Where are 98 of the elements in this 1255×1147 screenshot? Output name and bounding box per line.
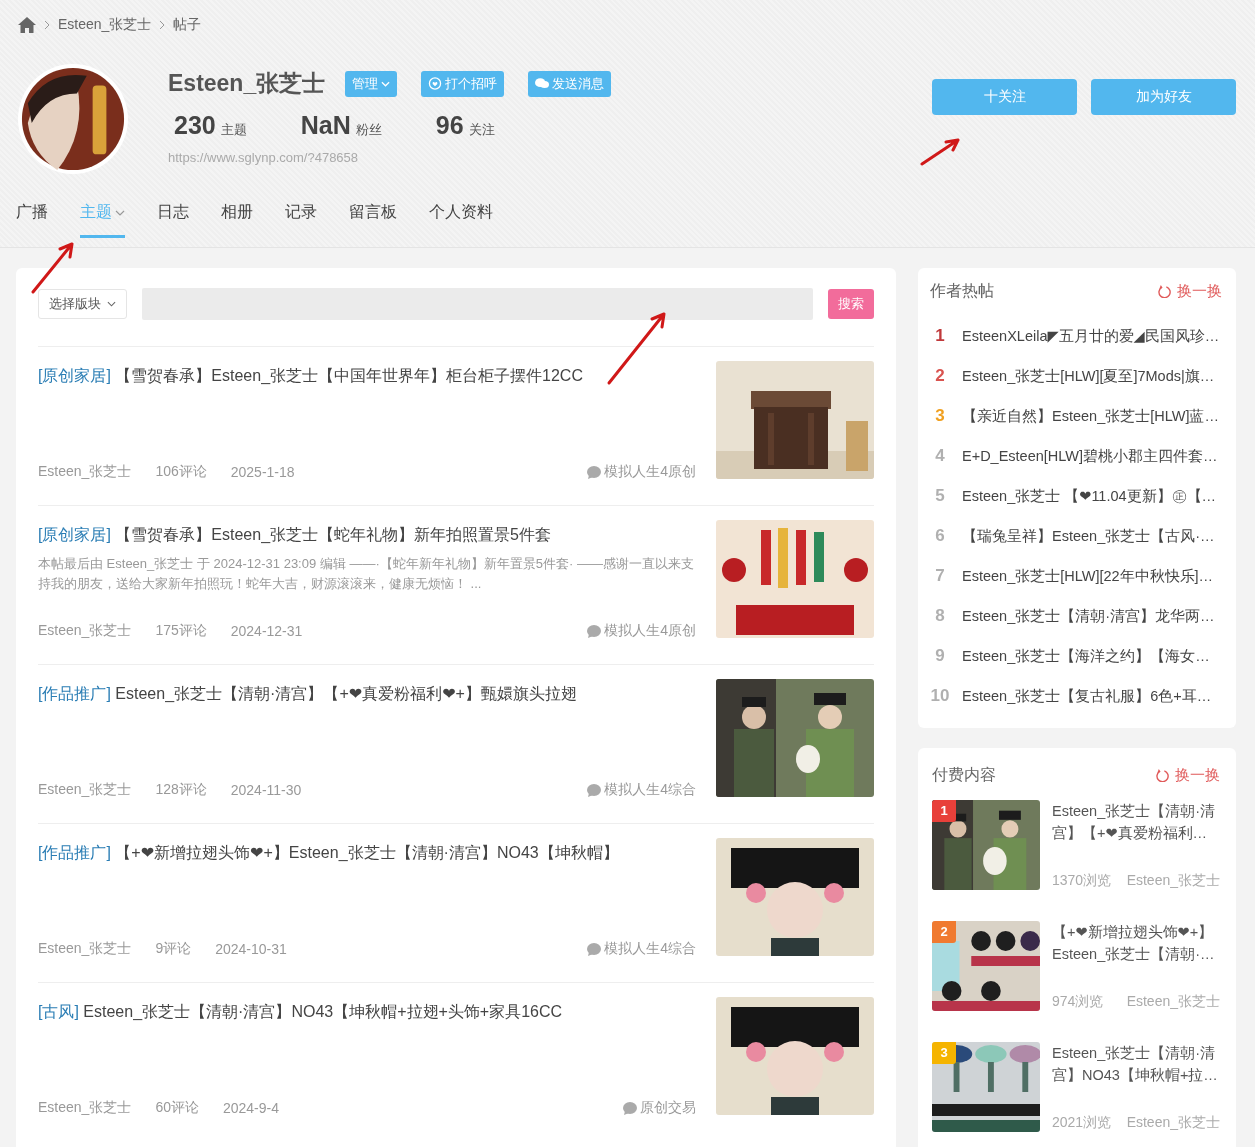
comment-count: 106评论 (155, 463, 207, 481)
speech-bubble-icon (587, 942, 602, 956)
category-link[interactable]: [原创家居] (38, 367, 111, 384)
search-field[interactable] (142, 288, 813, 320)
post-date: 2024-11-30 (230, 782, 302, 798)
rank-number: 4 (934, 446, 946, 466)
caret-icon (381, 80, 391, 87)
post-title[interactable]: 【+❤新增拉翅头饰❤+】Esteen_张芝士【清朝·清宫】NO43【坤秋帽】 (115, 844, 619, 861)
heart-bubble-icon (428, 77, 443, 90)
hot-post-link[interactable]: 【瑞兔呈祥】Esteen_张芝士【古风·… (962, 526, 1215, 546)
speech-bubble-icon (587, 624, 602, 638)
post-date: 2024-10-31 (215, 941, 287, 957)
search-button[interactable]: 搜索 (828, 289, 874, 319)
hot-post-link[interactable]: Esteen_张芝士【复古礼服】6色+耳… (962, 686, 1212, 706)
comment-count: 175评论 (155, 622, 207, 640)
rank-badge: 2 (932, 921, 956, 943)
post-author[interactable]: Esteen_张芝士 (38, 940, 132, 958)
chat-bubbles-icon (535, 77, 550, 90)
stat-label: 粉丝 (355, 121, 382, 139)
nav-tab[interactable]: 个人资料 (429, 202, 493, 238)
post-author[interactable]: Esteen_张芝士 (38, 463, 132, 481)
annotation-arrow (30, 240, 76, 294)
chevron-icon (44, 20, 50, 30)
nav-tab[interactable]: 留言板 (349, 202, 397, 238)
refresh-link[interactable]: 换一换 (1158, 281, 1222, 301)
comment-count: 9评论 (155, 940, 192, 958)
forum-name[interactable]: 模拟人生4综合 (604, 781, 696, 799)
paid-post-link[interactable]: Esteen_张芝士【清朝·清宫】NO43【坤秋帽+拉… (1052, 1042, 1220, 1086)
profile-url: https://www.sglynp.com/?478658 (168, 150, 360, 165)
refresh-link[interactable]: 换一换 (1156, 765, 1220, 785)
stat-value: 96 (435, 111, 464, 140)
forum-name[interactable]: 模拟人生4原创 (604, 463, 696, 481)
post-date: 2024-12-31 (230, 623, 303, 639)
nav-tab[interactable]: 相册 (221, 202, 253, 238)
hot-post-link[interactable]: Esteen_张芝士【海洋之约】【海女… (962, 646, 1210, 666)
breadcrumb-link[interactable]: 帖子 (173, 16, 202, 34)
hot-post-link[interactable]: EsteenXLeila◤五月廿的爱◢民国风珍… (962, 326, 1220, 346)
view-count: 1370浏览 (1052, 872, 1112, 890)
category-link[interactable]: [作品推广] (38, 685, 111, 702)
rank-number: 10 (930, 686, 950, 706)
breadcrumb-link[interactable]: Esteen_张芝士 (58, 16, 152, 34)
refresh-icon (1158, 284, 1171, 298)
category-link[interactable]: [作品推广] (38, 844, 111, 861)
chevron-icon (159, 20, 166, 30)
rank-number: 5 (934, 486, 946, 506)
hot-post-link[interactable]: E+D_Esteen[HLW]碧桃小郡主四件套… (962, 446, 1218, 466)
post-date: 2025-1-18 (230, 464, 295, 480)
category-link[interactable]: [古风] (38, 1003, 79, 1020)
speech-bubble-icon (623, 1101, 637, 1115)
speech-bubble-icon (587, 465, 602, 479)
speech-bubble-icon (587, 783, 602, 797)
post-date: 2024-9-4 (222, 1100, 279, 1116)
rank-number: 8 (934, 606, 946, 626)
forum-name[interactable]: 原创交易 (640, 1099, 696, 1117)
post-author[interactable]: Esteen_张芝士 (38, 622, 132, 640)
stat-label: 主题 (220, 121, 247, 139)
rank-number: 3 (934, 406, 946, 426)
section-title: 作者热帖 (930, 280, 994, 301)
post-title[interactable]: Esteen_张芝士【清朝·清宫】【+❤真爱粉福利❤+】甄嬛旗头拉翅 (115, 685, 577, 702)
stat-value: NaN (300, 111, 351, 140)
nav-tab[interactable]: 日志 (157, 202, 189, 238)
stat-value: 230 (174, 111, 216, 140)
caret-icon (107, 301, 116, 307)
post-author[interactable]: Esteen_张芝士 (38, 781, 132, 799)
hot-post-link[interactable]: 【亲近自然】Esteen_张芝士[HLW]蓝… (962, 406, 1219, 426)
forum-name[interactable]: 模拟人生4原创 (604, 622, 696, 640)
username: Esteen_张芝士 (168, 69, 326, 98)
refresh-icon (1156, 768, 1169, 782)
stat-label: 关注 (468, 121, 495, 139)
rank-number: 7 (934, 566, 946, 586)
hot-post-link[interactable]: Esteen_张芝士[HLW][夏至]7Mods|旗… (962, 366, 1215, 386)
rank-number: 2 (934, 366, 946, 386)
section-title: 付费内容 (932, 764, 996, 785)
post-title[interactable]: Esteen_张芝士【清朝·清宫】NO43【坤秋帽+拉翅+头饰+家具16CC (83, 1003, 563, 1020)
comment-count: 60评论 (155, 1099, 199, 1117)
annotation-arrow (920, 136, 962, 166)
rank-badge: 3 (932, 1042, 956, 1064)
view-count: 974浏览 (1052, 993, 1104, 1011)
comment-count: 128评论 (155, 781, 207, 799)
paid-post-link[interactable]: 【+❤新增拉翅头饰❤+】Esteen_张芝士【清朝·… (1052, 921, 1220, 965)
post-author[interactable]: Esteen_张芝士 (38, 1099, 132, 1117)
hot-post-link[interactable]: Esteen_张芝士[HLW][22年中秋快乐]… (962, 566, 1214, 586)
rank-badge: 1 (932, 800, 956, 822)
nav-tab[interactable]: 广播 (16, 202, 48, 238)
rank-number: 9 (934, 646, 946, 666)
nav-tab[interactable]: 记录 (285, 202, 317, 238)
home-icon[interactable] (18, 17, 36, 33)
rank-number: 1 (934, 326, 946, 346)
forum-select[interactable]: 选择版块 (38, 289, 127, 319)
rank-number: 6 (934, 526, 946, 546)
hot-post-link[interactable]: Esteen_张芝士【清朝·清宫】龙华两… (962, 606, 1215, 626)
view-count: 2021浏览 (1052, 1114, 1112, 1132)
forum-name[interactable]: 模拟人生4综合 (604, 940, 696, 958)
category-link[interactable]: [原创家居] (38, 526, 111, 543)
hot-post-link[interactable]: Esteen_张芝士 【❤11.04更新】㊣【… (962, 486, 1217, 506)
post-title[interactable]: 【雪贺春承】Esteen_张芝士【中国年世界年】柜台柜子摆件12CC (115, 367, 583, 384)
paid-post-link[interactable]: Esteen_张芝士【清朝·清宫】【+❤真爱粉福利… (1052, 800, 1220, 844)
post-title[interactable]: 【雪贺春承】Esteen_张芝士【蛇年礼物】新年拍照置景5件套 (115, 526, 551, 543)
